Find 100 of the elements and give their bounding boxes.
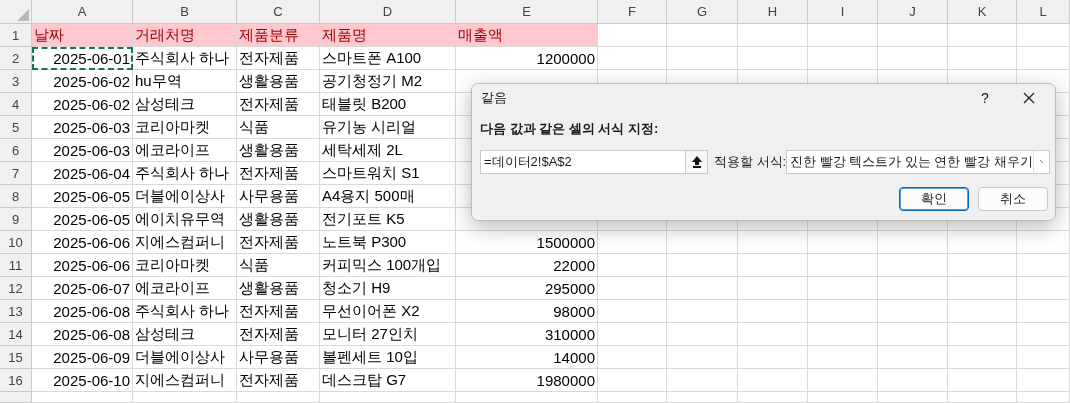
empty-cell[interactable] bbox=[598, 323, 667, 346]
header-cell[interactable]: 제품명 bbox=[320, 24, 456, 47]
empty-cell[interactable] bbox=[738, 231, 808, 254]
column-header[interactable]: H bbox=[738, 0, 808, 24]
header-cell[interactable]: 거래처명 bbox=[133, 24, 237, 47]
table-cell[interactable]: 2025-06-10 bbox=[32, 369, 133, 392]
table-cell[interactable]: 생활용품 bbox=[237, 208, 320, 231]
column-header[interactable]: D bbox=[320, 0, 456, 24]
column-header[interactable]: E bbox=[456, 0, 598, 24]
table-cell[interactable]: 무선이어폰 X2 bbox=[320, 300, 456, 323]
table-cell[interactable]: 전자제품 bbox=[237, 47, 320, 70]
empty-cell[interactable] bbox=[948, 369, 1017, 392]
empty-cell[interactable] bbox=[667, 369, 738, 392]
table-cell[interactable]: 주식회사 하나 bbox=[133, 162, 237, 185]
table-cell[interactable]: 공기청정기 M2 bbox=[320, 70, 456, 93]
empty-cell[interactable] bbox=[1017, 369, 1070, 392]
table-cell[interactable]: 전자제품 bbox=[237, 231, 320, 254]
row-header[interactable]: 13 bbox=[0, 300, 32, 323]
empty-cell[interactable] bbox=[878, 323, 948, 346]
empty-cell[interactable] bbox=[667, 346, 738, 369]
empty-cell[interactable] bbox=[598, 369, 667, 392]
header-cell[interactable]: 제품분류 bbox=[237, 24, 320, 47]
row-header[interactable]: 9 bbox=[0, 208, 32, 231]
row-header[interactable]: 1 bbox=[0, 24, 32, 47]
empty-cell[interactable] bbox=[808, 392, 878, 403]
table-cell[interactable]: 식품 bbox=[237, 116, 320, 139]
table-cell[interactable]: 생활용품 bbox=[237, 139, 320, 162]
table-cell[interactable]: 스마트워치 S1 bbox=[320, 162, 456, 185]
table-cell[interactable]: 세탁세제 2L bbox=[320, 139, 456, 162]
row-header[interactable]: 7 bbox=[0, 162, 32, 185]
empty-cell[interactable] bbox=[667, 231, 738, 254]
header-cell[interactable]: 날짜 bbox=[32, 24, 133, 47]
empty-cell[interactable] bbox=[948, 277, 1017, 300]
row-header[interactable]: 4 bbox=[0, 93, 32, 116]
empty-cell[interactable] bbox=[808, 346, 878, 369]
row-header[interactable]: 12 bbox=[0, 277, 32, 300]
table-cell[interactable]: 생활용품 bbox=[237, 70, 320, 93]
column-header[interactable]: J bbox=[878, 0, 948, 24]
table-cell[interactable]: 에코라이프 bbox=[133, 139, 237, 162]
table-cell[interactable]: 2025-06-02 bbox=[32, 93, 133, 116]
empty-cell[interactable] bbox=[738, 392, 808, 403]
empty-cell[interactable] bbox=[237, 392, 320, 403]
empty-cell[interactable] bbox=[1017, 254, 1070, 277]
empty-cell[interactable] bbox=[667, 323, 738, 346]
empty-cell[interactable] bbox=[878, 300, 948, 323]
table-cell[interactable]: 2025-06-01 bbox=[32, 47, 133, 70]
column-header[interactable]: G bbox=[667, 0, 738, 24]
empty-cell[interactable] bbox=[598, 346, 667, 369]
empty-cell[interactable] bbox=[878, 47, 948, 70]
collapse-dialog-button[interactable] bbox=[685, 151, 707, 173]
table-cell[interactable]: 295000 bbox=[456, 277, 598, 300]
empty-cell[interactable] bbox=[948, 231, 1017, 254]
table-cell[interactable]: 데스크탑 G7 bbox=[320, 369, 456, 392]
table-cell[interactable]: 1500000 bbox=[456, 231, 598, 254]
empty-cell[interactable] bbox=[948, 300, 1017, 323]
table-cell[interactable]: 전자제품 bbox=[237, 162, 320, 185]
empty-cell[interactable] bbox=[808, 323, 878, 346]
table-cell[interactable]: 에코라이프 bbox=[133, 277, 237, 300]
column-header[interactable]: K bbox=[948, 0, 1017, 24]
empty-cell[interactable] bbox=[1017, 24, 1070, 47]
format-dropdown[interactable]: 진한 빨강 텍스트가 있는 연한 빨강 채우기 bbox=[786, 150, 1050, 174]
table-cell[interactable]: 2025-06-06 bbox=[32, 231, 133, 254]
table-cell[interactable]: 사무용품 bbox=[237, 185, 320, 208]
table-cell[interactable]: 2025-06-08 bbox=[32, 300, 133, 323]
table-cell[interactable]: 2025-06-08 bbox=[32, 323, 133, 346]
empty-cell[interactable] bbox=[738, 254, 808, 277]
table-cell[interactable]: 에이치유무역 bbox=[133, 208, 237, 231]
table-cell[interactable]: 스마트폰 A100 bbox=[320, 47, 456, 70]
empty-cell[interactable] bbox=[667, 254, 738, 277]
table-cell[interactable]: 2025-06-06 bbox=[32, 254, 133, 277]
row-header[interactable] bbox=[0, 392, 32, 403]
table-cell[interactable]: 지에스컴퍼니 bbox=[133, 231, 237, 254]
row-header[interactable]: 10 bbox=[0, 231, 32, 254]
empty-cell[interactable] bbox=[1017, 231, 1070, 254]
empty-cell[interactable] bbox=[598, 300, 667, 323]
empty-cell[interactable] bbox=[667, 24, 738, 47]
table-cell[interactable]: 주식회사 하나 bbox=[133, 300, 237, 323]
empty-cell[interactable] bbox=[1017, 300, 1070, 323]
table-cell[interactable]: A4용지 500매 bbox=[320, 185, 456, 208]
column-header[interactable]: F bbox=[598, 0, 667, 24]
empty-cell[interactable] bbox=[598, 47, 667, 70]
table-cell[interactable]: 사무용품 bbox=[237, 346, 320, 369]
table-cell[interactable]: 모니터 27인치 bbox=[320, 323, 456, 346]
select-all-icon[interactable] bbox=[17, 9, 29, 21]
table-cell[interactable]: 2025-06-03 bbox=[32, 139, 133, 162]
reference-input-field[interactable]: =데이터2!$A$2 bbox=[480, 150, 708, 174]
table-cell[interactable]: 청소기 H9 bbox=[320, 277, 456, 300]
table-cell[interactable]: 310000 bbox=[456, 323, 598, 346]
table-cell[interactable]: 코리아마켓 bbox=[133, 254, 237, 277]
table-cell[interactable]: 볼펜세트 10입 bbox=[320, 346, 456, 369]
table-cell[interactable]: 1980000 bbox=[456, 369, 598, 392]
empty-cell[interactable] bbox=[878, 277, 948, 300]
empty-cell[interactable] bbox=[808, 47, 878, 70]
empty-cell[interactable] bbox=[738, 323, 808, 346]
empty-cell[interactable] bbox=[598, 392, 667, 403]
empty-cell[interactable] bbox=[878, 346, 948, 369]
table-cell[interactable]: 삼성테크 bbox=[133, 93, 237, 116]
table-cell[interactable]: 태블릿 B200 bbox=[320, 93, 456, 116]
table-cell[interactable]: 전자제품 bbox=[237, 93, 320, 116]
table-cell[interactable]: 2025-06-07 bbox=[32, 277, 133, 300]
